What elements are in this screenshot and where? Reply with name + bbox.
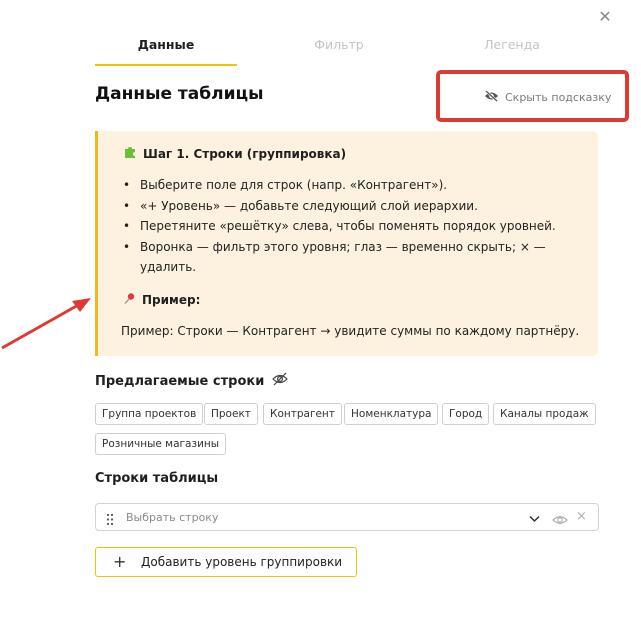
hint-item: Перетяните «решётку» слева, чтобы поменя…: [121, 216, 581, 237]
hide-hint-highlight: Скрыть подсказку: [436, 70, 629, 122]
remove-icon[interactable]: ×: [576, 509, 587, 524]
close-icon[interactable]: ✕: [596, 8, 614, 26]
hide-hint-button[interactable]: Скрыть подсказку: [484, 90, 611, 105]
hint-step-heading: Шаг 1. Строки (группировка): [123, 145, 346, 162]
suggested-rows-title: Предлагаемые строки: [95, 373, 265, 389]
hint-item: «+ Уровень» — добавьте следующий слой ие…: [121, 196, 581, 217]
chip-suggestion[interactable]: Контрагент: [263, 403, 342, 425]
hint-step-title: Шаг 1. Строки (группировка): [143, 146, 347, 161]
hint-list: Выберите поле для строк (напр. «Контраге…: [121, 175, 581, 278]
hint-panel: Шаг 1. Строки (группировка) Выберите пол…: [95, 131, 598, 356]
pushpin-icon: [123, 292, 136, 308]
row-level-select[interactable]: Выбрать строку ×: [95, 503, 599, 531]
tab-data[interactable]: Данные: [95, 34, 237, 66]
hint-item: Воронка — фильтр этого уровня; глаз — вр…: [121, 237, 581, 278]
chip-suggestion[interactable]: Номенклатура: [344, 403, 439, 425]
example-heading: Пример:: [123, 292, 200, 308]
puzzle-icon: [123, 145, 137, 162]
chip-suggestion[interactable]: Группа проектов: [95, 403, 204, 425]
add-grouping-level-label: Добавить уровень группировки: [141, 555, 343, 569]
page-title: Данные таблицы: [95, 84, 264, 104]
chip-suggestion[interactable]: Проект: [204, 403, 258, 425]
chevron-down-icon[interactable]: [528, 510, 541, 529]
hide-hint-label: Скрыть подсказку: [505, 91, 612, 104]
select-row-placeholder: Выбрать строку: [126, 511, 219, 524]
annotation-arrow: [1, 298, 91, 350]
tab-bar: Данные Фильтр Легенда: [95, 34, 600, 66]
eye-off-icon: [484, 90, 499, 105]
chip-suggestion[interactable]: Розничные магазины: [95, 433, 227, 455]
eye-icon[interactable]: [552, 511, 568, 530]
suggested-rows-heading: Предлагаемые строки: [95, 372, 289, 390]
chip-suggestion[interactable]: Город: [442, 403, 490, 425]
table-rows-heading: Строки таблицы: [95, 471, 219, 486]
plus-icon: +: [113, 552, 127, 571]
tab-legend[interactable]: Легенда: [441, 34, 583, 66]
example-text: Пример: Строки — Контрагент → увидите су…: [121, 324, 580, 338]
hint-item: Выберите поле для строк (напр. «Контраге…: [121, 175, 581, 196]
example-title: Пример:: [142, 293, 201, 307]
tab-filter[interactable]: Фильтр: [268, 34, 410, 66]
chip-suggestion[interactable]: Каналы продаж: [493, 403, 596, 425]
add-grouping-level-button[interactable]: + Добавить уровень группировки: [95, 547, 357, 577]
eye-off-icon[interactable]: [272, 372, 289, 390]
drag-handle-icon[interactable]: [106, 511, 114, 530]
